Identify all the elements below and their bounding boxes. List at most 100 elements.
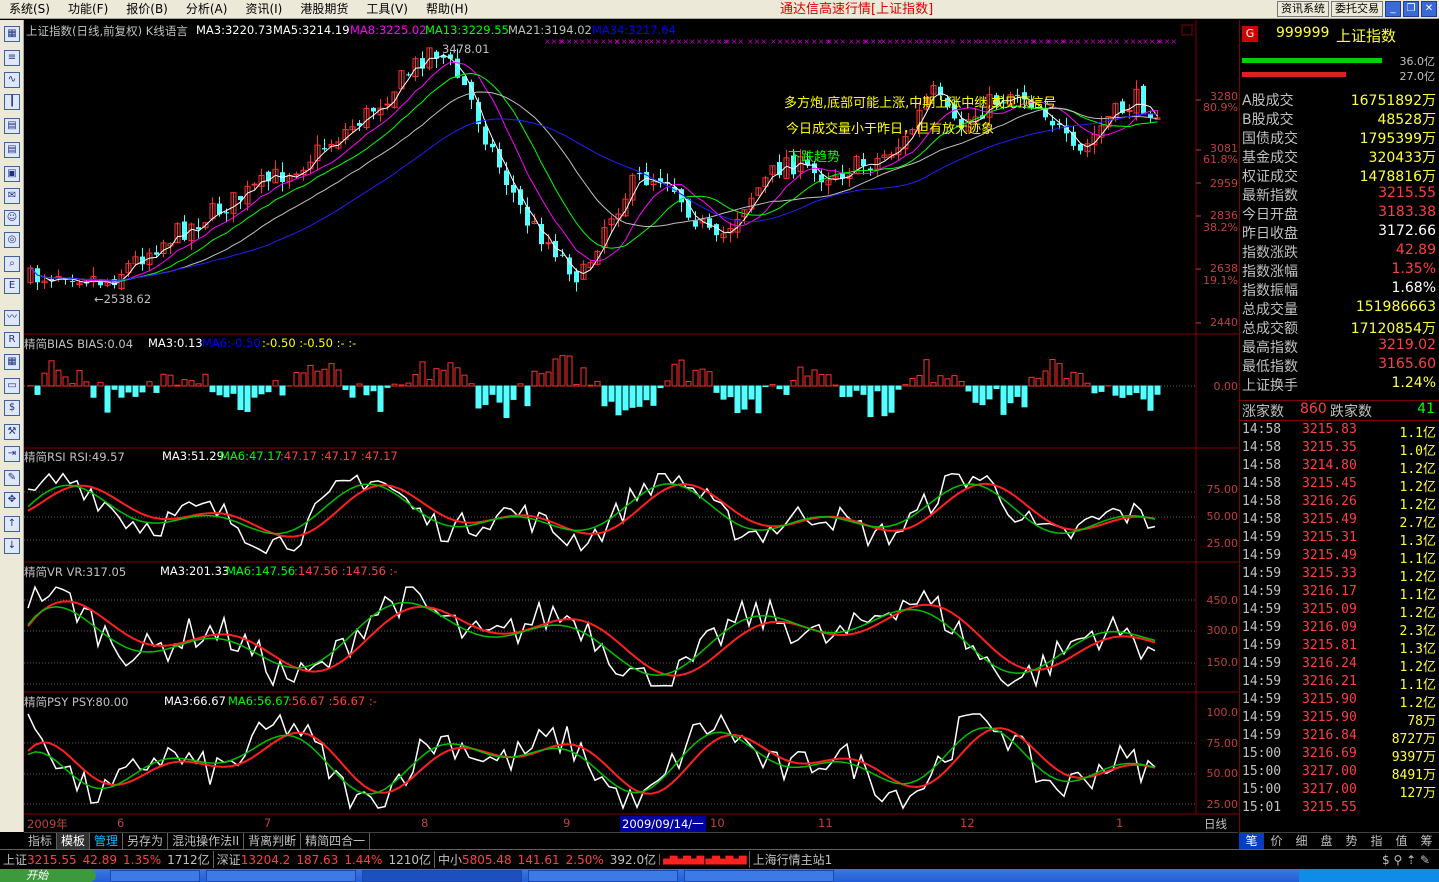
tab-divergence[interactable]: 背离判断: [244, 833, 302, 850]
people-icon[interactable]: ☺: [4, 210, 20, 226]
tick-time: 14:59: [1242, 566, 1282, 581]
bias-bar: [972, 385, 979, 403]
bias-bar: [1133, 385, 1140, 394]
period-label[interactable]: 日线: [1204, 816, 1227, 832]
psy-axis-25: 25.00: [1206, 798, 1239, 811]
tick-volume: 1.1亿: [1399, 678, 1436, 693]
candle-body: [371, 107, 376, 112]
menu-system[interactable]: 系统(S): [0, 0, 59, 19]
chart-canvas[interactable]: ×××××× ××× ×××××××××××× ××× ××× ×××××× ××× ××× ×…: [24, 20, 1238, 832]
pencil-icon[interactable]: ✎: [4, 470, 20, 486]
signal-mark: ×××: [559, 37, 579, 46]
tools-icon[interactable]: ⚒: [4, 424, 20, 440]
rtab-price[interactable]: 价: [1264, 833, 1289, 849]
bias-bar: [321, 368, 328, 387]
export-icon[interactable]: ⇥: [4, 446, 20, 462]
vr-label-main: 精简VR VR:317.05: [24, 565, 127, 579]
bias-label-main: 精简BIAS BIAS:0.04: [24, 337, 134, 351]
info-system-button[interactable]: 资讯系统: [1277, 1, 1329, 17]
stat-label: 最低指数: [1242, 359, 1298, 375]
rtab-trend[interactable]: 势: [1339, 833, 1364, 849]
candle-body: [406, 74, 411, 76]
menu-tools[interactable]: 工具(V): [357, 0, 417, 19]
close-icon[interactable]: ✕: [1421, 1, 1437, 17]
g-icon[interactable]: G: [1242, 26, 1258, 42]
taskbar-item-2[interactable]: [206, 870, 356, 882]
start-button[interactable]: 开始: [0, 869, 96, 882]
menu-hk-futures[interactable]: 港股期货: [291, 0, 357, 19]
trade-button[interactable]: 委托交易: [1331, 1, 1383, 17]
date-label-jun: 6: [117, 816, 125, 830]
table-icon[interactable]: ▤: [4, 118, 20, 134]
rtab-detail[interactable]: 细: [1289, 833, 1314, 849]
arrow-down-icon[interactable]: ↓: [4, 538, 20, 554]
stat-row: 昨日收盘 3172.66: [1242, 223, 1436, 242]
monitor-icon[interactable]: ▭: [4, 378, 20, 394]
tick-time: 14:58: [1242, 476, 1282, 491]
tab-manage[interactable]: 管理: [90, 833, 124, 850]
news-icon[interactable]: ✉: [4, 188, 20, 204]
calc-icon[interactable]: ▦: [4, 354, 20, 370]
zx-label: 中小: [433, 851, 462, 868]
chart-area[interactable]: ××× ××× ××× ××× ××× ××× ××× ××× ××× ××× ××× ××× ××× ×…: [24, 20, 1238, 832]
restore-icon[interactable]: ❐: [1403, 1, 1419, 17]
taskbar-item-4[interactable]: [528, 870, 678, 882]
tab-chaos[interactable]: 混沌操作法II: [168, 833, 245, 850]
bias-bar: [272, 380, 279, 387]
document-icon[interactable]: ▣: [4, 166, 20, 182]
report-icon[interactable]: ▤: [4, 142, 20, 158]
rsi-axis-50: 50.00: [1206, 510, 1239, 523]
menu-help[interactable]: 帮助(H): [417, 0, 477, 19]
line-chart-icon[interactable]: ∿: [4, 72, 20, 88]
menu-function[interactable]: 功能(F): [59, 0, 117, 19]
tab-template[interactable]: 模板: [57, 833, 91, 850]
tick-volume: 1.2亿: [1399, 696, 1436, 711]
status-icons: $ ⚲ ⇡ ✎: [1382, 852, 1430, 867]
taskbar-item-5[interactable]: [684, 870, 834, 882]
etf-icon[interactable]: E: [4, 278, 20, 294]
bias-bar: [664, 380, 671, 387]
rtab-trades[interactable]: 笔: [1239, 833, 1264, 849]
axis-pct-2: 61.8%: [1203, 153, 1238, 166]
minimize-icon[interactable]: _: [1385, 1, 1401, 17]
arrow-up-icon[interactable]: ↑: [4, 516, 20, 532]
tick-volume: 9397万: [1391, 750, 1436, 765]
signal-mark: ×××: [936, 37, 956, 46]
tick-price: 3216.09: [1302, 620, 1357, 635]
menu-analysis[interactable]: 分析(A): [177, 0, 237, 19]
tab-indicator[interactable]: 指标: [24, 833, 58, 850]
grid-icon[interactable]: ▦: [4, 26, 20, 42]
taskbar-item-1[interactable]: [110, 870, 200, 882]
tab-simple-four[interactable]: 精简四合一: [301, 833, 371, 850]
rsi-icon[interactable]: R: [4, 332, 20, 348]
search-icon[interactable]: ⌕: [4, 256, 20, 272]
psy-axis-50: 50.00: [1206, 767, 1239, 780]
bias-bar: [167, 374, 174, 387]
rtab-book[interactable]: 盘: [1314, 833, 1339, 849]
kline-icon[interactable]: ┃: [4, 94, 20, 110]
bias-bar: [685, 380, 692, 387]
sh-amount: 1712亿: [167, 853, 210, 867]
bias-bar: [958, 380, 965, 387]
bias-bar: [888, 385, 895, 413]
money-icon[interactable]: $: [4, 400, 20, 416]
tab-save-as[interactable]: 另存为: [123, 833, 169, 850]
globe-icon[interactable]: ◎: [4, 232, 20, 248]
bias-bar: [699, 368, 706, 387]
menu-quote[interactable]: 报价(B): [117, 0, 177, 19]
rtab-chips[interactable]: 筹: [1414, 833, 1439, 849]
rtab-value[interactable]: 值: [1389, 833, 1414, 849]
rtab-index[interactable]: 指: [1364, 833, 1389, 849]
taskbar-item-3[interactable]: [362, 870, 522, 882]
list-icon[interactable]: ≡: [4, 50, 20, 66]
bias-bar: [475, 385, 482, 409]
rsi-label-ma6: MA6:47.17: [220, 449, 282, 463]
menu-info[interactable]: 资讯(I): [236, 0, 291, 19]
wave-icon[interactable]: 〰: [4, 310, 20, 326]
stat-value: 1478816万: [1359, 169, 1436, 185]
rsi-axis-75: 75.00: [1206, 483, 1239, 496]
bias-bar: [174, 384, 181, 387]
bias-bar: [258, 385, 265, 395]
move-icon[interactable]: ✥: [4, 492, 20, 508]
bias-bar: [1049, 359, 1056, 387]
